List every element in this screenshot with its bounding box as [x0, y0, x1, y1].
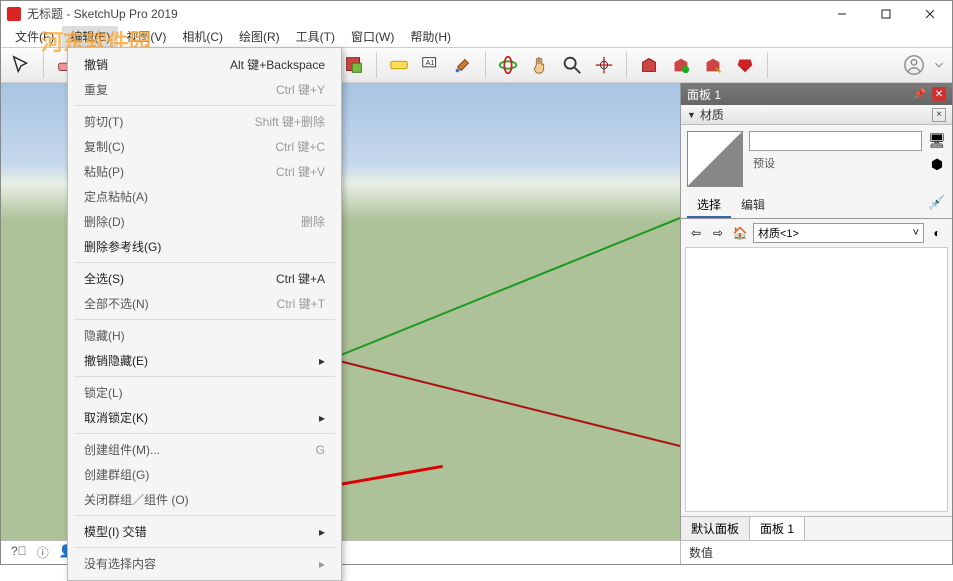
- tab-edit[interactable]: 编辑: [731, 193, 775, 218]
- menu-item: 重复Ctrl 键+Y: [68, 77, 341, 102]
- app-icon: [7, 7, 21, 21]
- user-dropdown[interactable]: [932, 51, 946, 79]
- menu-item: 隐藏(H): [68, 323, 341, 348]
- edit-menu-dropdown: 撤销Alt 键+Backspace重复Ctrl 键+Y 剪切(T)Shift 键+…: [67, 47, 342, 581]
- menu-camera[interactable]: 相机(C): [174, 26, 231, 47]
- material-preset-label: 预设: [749, 155, 922, 175]
- orbit-tool[interactable]: [494, 51, 522, 79]
- display-icon[interactable]: 🖥: [928, 131, 946, 149]
- tab-select[interactable]: 选择: [687, 193, 731, 218]
- select-tool[interactable]: [7, 51, 35, 79]
- menu-item[interactable]: 取消锁定(K)▸: [68, 405, 341, 430]
- menu-draw[interactable]: 绘图(R): [231, 26, 288, 47]
- value-label: 数值: [689, 544, 713, 561]
- materials-title: 材质: [700, 106, 724, 123]
- ruby-tool[interactable]: [731, 51, 759, 79]
- minimize-button[interactable]: [820, 1, 864, 26]
- menu-item[interactable]: 模型(I) 交错▸: [68, 519, 341, 544]
- home-icon[interactable]: 🏠: [731, 224, 749, 242]
- details-icon[interactable]: ◐: [928, 224, 946, 242]
- menu-view[interactable]: 视图(V): [118, 26, 174, 47]
- material-swatch[interactable]: [687, 131, 743, 187]
- zoom-tool[interactable]: [558, 51, 586, 79]
- menubar: 文件(F) 编辑(E) 视图(V) 相机(C) 绘图(R) 工具(T) 窗口(W…: [1, 26, 952, 47]
- menu-item: 全部不选(N)Ctrl 键+T: [68, 291, 341, 316]
- material-list[interactable]: [685, 247, 948, 512]
- nav-forward-icon[interactable]: ⇨: [709, 224, 727, 242]
- pan-tool[interactable]: [526, 51, 554, 79]
- menu-item: 复制(C)Ctrl 键+C: [68, 134, 341, 159]
- menu-item: 创建组件(M)...G: [68, 437, 341, 462]
- pin-icon[interactable]: 📌: [914, 89, 926, 100]
- materials-close-icon[interactable]: ×: [932, 108, 946, 122]
- menu-item[interactable]: 删除参考线(G): [68, 234, 341, 259]
- menu-window[interactable]: 窗口(W): [343, 26, 402, 47]
- user-icon[interactable]: [900, 51, 928, 79]
- menu-item: 剪切(T)Shift 键+删除: [68, 109, 341, 134]
- bottom-tab-default[interactable]: 默认面板: [681, 517, 750, 540]
- tray-close-icon[interactable]: ✕: [932, 87, 946, 101]
- tray-panel: 面板 1 📌 ✕ ▼ 材质 × 预设 🖥 ⬢ 选择 编辑 💉 ⇦: [680, 83, 952, 540]
- paint-tool[interactable]: [449, 51, 477, 79]
- tray-title: 面板 1: [687, 86, 721, 103]
- material-name-input[interactable]: [749, 131, 922, 151]
- menu-help[interactable]: 帮助(H): [402, 26, 459, 47]
- collapse-icon[interactable]: ▼: [687, 110, 696, 120]
- nav-back-icon[interactable]: ⇦: [687, 224, 705, 242]
- menu-item: 粘贴(P)Ctrl 键+V: [68, 159, 341, 184]
- info-icon[interactable]: ⓘ: [37, 544, 49, 561]
- create-material-icon[interactable]: ⬢: [928, 155, 946, 173]
- menu-file[interactable]: 文件(F): [7, 26, 62, 47]
- tray-header[interactable]: 面板 1 📌 ✕: [681, 83, 952, 105]
- tape-tool[interactable]: [385, 51, 413, 79]
- menu-item: 关闭群组／组件 (O): [68, 487, 341, 512]
- bottom-tab-panel1[interactable]: 面板 1: [750, 517, 805, 540]
- warehouse-tool[interactable]: [635, 51, 663, 79]
- maximize-button[interactable]: [864, 1, 908, 26]
- menu-item[interactable]: 撤销隐藏(E)▸: [68, 348, 341, 373]
- text-tool[interactable]: A1: [417, 51, 445, 79]
- menu-tools[interactable]: 工具(T): [288, 26, 343, 47]
- menu-item: 锁定(L): [68, 380, 341, 405]
- menu-item: 定点粘帖(A): [68, 184, 341, 209]
- menu-item: 没有选择内容▸: [68, 551, 341, 576]
- window-title: 无标题 - SketchUp Pro 2019: [27, 5, 178, 22]
- menu-edit[interactable]: 编辑(E): [62, 26, 118, 47]
- zoom-extents-tool[interactable]: [590, 51, 618, 79]
- extension-tool-2[interactable]: [699, 51, 727, 79]
- scale-tool[interactable]: [340, 51, 368, 79]
- menu-item[interactable]: 全选(S)Ctrl 键+A: [68, 266, 341, 291]
- close-button[interactable]: [908, 1, 952, 26]
- titlebar: 无标题 - SketchUp Pro 2019: [1, 1, 952, 26]
- eyedropper-icon[interactable]: 💉: [928, 193, 946, 211]
- menu-item: 创建群组(G): [68, 462, 341, 487]
- material-select[interactable]: 材质<1>˅: [753, 223, 924, 243]
- menu-item: 删除(D)删除: [68, 209, 341, 234]
- menu-item[interactable]: 撤销Alt 键+Backspace: [68, 52, 341, 77]
- svg-text:A1: A1: [426, 58, 435, 67]
- help-icon[interactable]: ?⃝: [11, 544, 27, 561]
- extension-tool-1[interactable]: [667, 51, 695, 79]
- materials-header[interactable]: ▼ 材质 ×: [681, 105, 952, 125]
